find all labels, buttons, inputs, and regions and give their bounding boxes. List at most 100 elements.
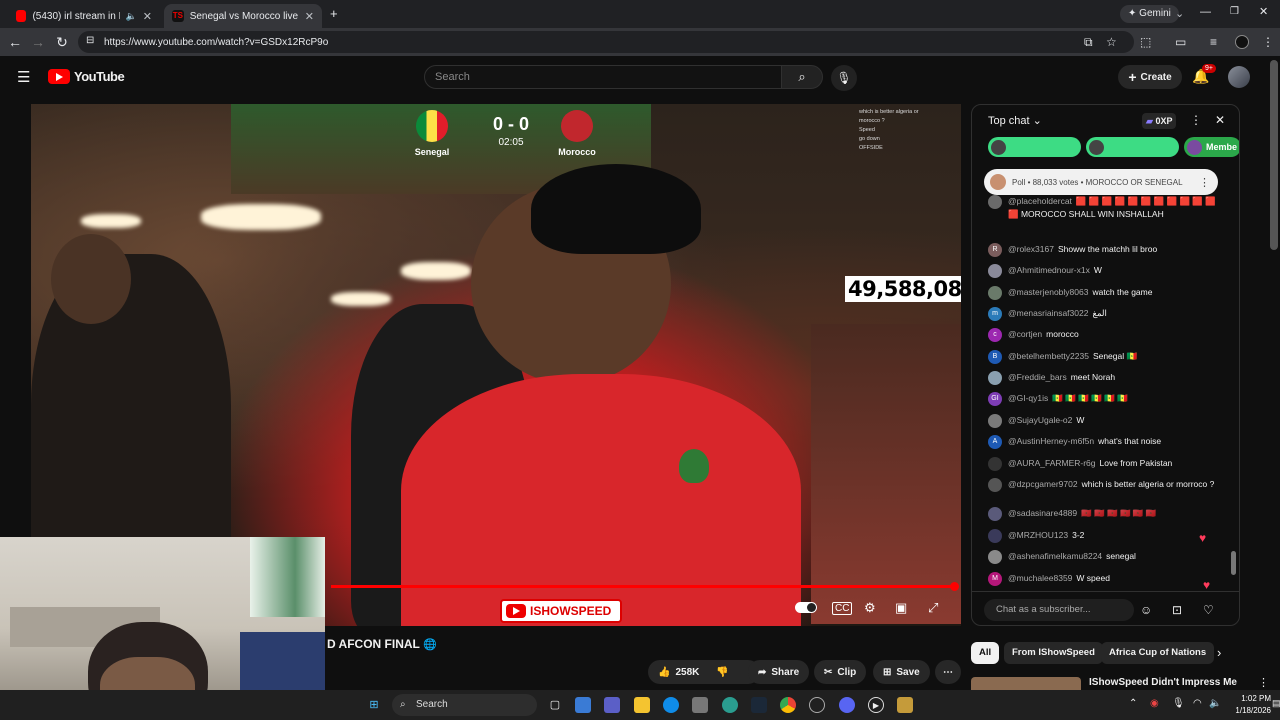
cast-icon[interactable]: ▭	[1175, 35, 1186, 49]
chat-poll-banner[interactable]: Poll • 88,033 votes • MOROCCO OR SENEGAL…	[984, 169, 1218, 195]
chat-input[interactable]: Chat as a subscriber...	[984, 599, 1134, 621]
captions-icon[interactable]: CC	[832, 602, 853, 615]
tray-overflow-icon[interactable]: ⌃	[1129, 698, 1137, 709]
copilot-icon[interactable]	[575, 697, 591, 713]
chat-more-icon[interactable]: ⋮	[1190, 113, 1202, 127]
teams-icon[interactable]	[604, 697, 620, 713]
browser-tab-active[interactable]: TS Senegal vs Morocco live Strea ✕	[164, 4, 322, 28]
extensions-icon[interactable]: ⬚	[1140, 35, 1151, 49]
chat-author[interactable]: @Freddie_bars	[1008, 372, 1067, 382]
close-tab-icon[interactable]: ✕	[143, 10, 152, 23]
store-icon[interactable]	[692, 697, 708, 713]
chat-author[interactable]: @cortjen	[1008, 329, 1042, 339]
super-chat-icon[interactable]: ⊡	[1172, 603, 1182, 617]
task-view-icon[interactable]: ▢	[547, 697, 563, 713]
volume-icon[interactable]: 🔈	[1209, 698, 1221, 709]
back-icon[interactable]: ←	[6, 34, 24, 50]
progress-bar[interactable]	[331, 585, 957, 588]
emoji-icon[interactable]: ☺	[1140, 603, 1152, 617]
new-tab-icon[interactable]: +	[330, 6, 338, 21]
chat-scrollbar[interactable]	[1231, 551, 1236, 575]
app-icon[interactable]	[897, 697, 913, 713]
chat-author[interactable]: @ashenafimelkamu8224	[1008, 551, 1102, 561]
settings-gear-icon[interactable]: ⚙	[864, 600, 876, 616]
forward-icon[interactable]: →	[29, 34, 47, 50]
install-app-icon[interactable]: ⧉	[1084, 35, 1093, 50]
file-explorer-icon[interactable]	[634, 697, 650, 713]
clip-button[interactable]: ✂ Clip	[814, 660, 867, 684]
chat-author[interactable]: @AURA_FARMER-r6g	[1008, 458, 1096, 468]
chat-author[interactable]: @MRZHOU123	[1008, 530, 1068, 540]
tray-app-icon[interactable]: ◉	[1150, 698, 1159, 709]
chat-author[interactable]: @masterjenobly8063	[1008, 287, 1088, 297]
browser-menu-icon[interactable]: ⋮	[1262, 35, 1274, 49]
edge-icon[interactable]	[663, 697, 679, 713]
chat-author[interactable]: @muchalee8359	[1008, 573, 1072, 583]
search-input[interactable]: Search	[424, 65, 782, 89]
xp-badge[interactable]: ▰ 0XP	[1142, 113, 1177, 129]
like-icon[interactable]: 👍	[658, 667, 670, 678]
taskbar-search[interactable]: ⌕ Search	[392, 694, 537, 716]
gemini-button[interactable]: ✦ Gemini	[1120, 5, 1179, 23]
progress-scrubber[interactable]	[950, 582, 959, 591]
members-pill[interactable]: Membe	[1184, 137, 1239, 157]
notification-center-icon[interactable]: ▤	[1272, 698, 1280, 709]
url-field[interactable]: ⊟ https://www.youtube.com/watch?v=GSDx12…	[78, 31, 1134, 53]
chat-author[interactable]: @dzpcgamer9702	[1008, 479, 1078, 489]
chat-author[interactable]: @GI-qy1is	[1008, 393, 1048, 403]
browser-tab[interactable]: (5430) irl stream in Moroc 🔈 ✕	[8, 4, 160, 28]
recommended-title[interactable]: IShowSpeed Didn't Impress Me	[1089, 677, 1237, 688]
search-button[interactable]: ⌕	[781, 65, 823, 89]
app-icon[interactable]	[809, 697, 825, 713]
steam-icon[interactable]	[751, 697, 767, 713]
page-scrollbar[interactable]	[1270, 60, 1278, 250]
heart-icon[interactable]: ♡	[1203, 603, 1214, 617]
chat-mode-dropdown[interactable]: Top chat ⌄	[988, 114, 1042, 127]
chevron-right-icon[interactable]: ›	[1217, 645, 1221, 660]
chat-author[interactable]: @betelhembetty2235	[1008, 351, 1089, 361]
chip-africa-cup[interactable]: Africa Cup of Nations	[1101, 642, 1215, 664]
discord-icon[interactable]	[839, 697, 855, 713]
pinned-supporter-pill[interactable]	[988, 137, 1081, 157]
reload-icon[interactable]: ↻	[53, 34, 71, 51]
chat-author[interactable]: @AustinHerney-m6f5n	[1008, 436, 1094, 446]
chat-author[interactable]: @placeholdercat	[1008, 196, 1072, 206]
chat-author[interactable]: @Ahmitimednour-x1x	[1008, 265, 1090, 275]
profile-icon[interactable]	[1235, 35, 1249, 49]
save-button[interactable]: ⊞ Save	[873, 660, 930, 684]
chat-author[interactable]: @SujayUgale-o2	[1008, 415, 1072, 425]
microphone-tray-icon[interactable]: 🎙	[1172, 698, 1185, 709]
miniplayer-icon[interactable]: ▣	[895, 600, 907, 616]
close-chat-icon[interactable]: ✕	[1215, 113, 1225, 127]
chat-author[interactable]: @rolex3167	[1008, 244, 1054, 254]
like-count[interactable]: 258K	[675, 667, 699, 678]
tab-search-icon[interactable]: ⌄	[1175, 7, 1184, 20]
chat-author[interactable]: @menasriainsaf3022	[1008, 308, 1088, 318]
autoplay-toggle[interactable]	[795, 602, 817, 613]
media-player-icon[interactable]: ▶	[868, 697, 884, 713]
voice-search-icon[interactable]: 🎙	[831, 65, 857, 91]
minimize-icon[interactable]: —	[1200, 6, 1211, 18]
site-info-icon[interactable]: ⊟	[86, 35, 94, 46]
chip-from-ishowspeed[interactable]: From IShowSpeed	[1004, 642, 1103, 664]
create-button[interactable]: + Create	[1118, 65, 1182, 89]
recommended-menu-icon[interactable]: ⋮	[1258, 676, 1269, 689]
pinned-supporter-pill[interactable]	[1086, 137, 1179, 157]
restore-icon[interactable]: ❐	[1230, 6, 1239, 17]
hamburger-menu-icon[interactable]: ☰	[17, 68, 30, 86]
account-avatar[interactable]	[1228, 66, 1250, 88]
chip-all[interactable]: All	[971, 642, 1000, 664]
windows-start-icon[interactable]: ⊞	[366, 697, 382, 713]
recommended-thumbnail[interactable]	[971, 677, 1081, 690]
taskbar-clock[interactable]: 1:02 PM 1/18/2026	[1225, 693, 1271, 717]
youtube-logo[interactable]: YouTube	[48, 69, 125, 84]
chrome-icon[interactable]	[780, 697, 796, 713]
close-tab-icon[interactable]: ✕	[305, 10, 314, 23]
share-button[interactable]: ➦ Share	[748, 660, 810, 684]
dislike-icon[interactable]: 👎	[716, 667, 728, 678]
window-close-icon[interactable]: ✕	[1259, 5, 1268, 18]
poll-menu-icon[interactable]: ⋮	[1199, 176, 1210, 189]
reading-list-icon[interactable]: ≡	[1210, 35, 1217, 49]
wifi-icon[interactable]: ◠	[1193, 698, 1202, 709]
fullscreen-icon[interactable]: ⤢	[928, 600, 938, 616]
